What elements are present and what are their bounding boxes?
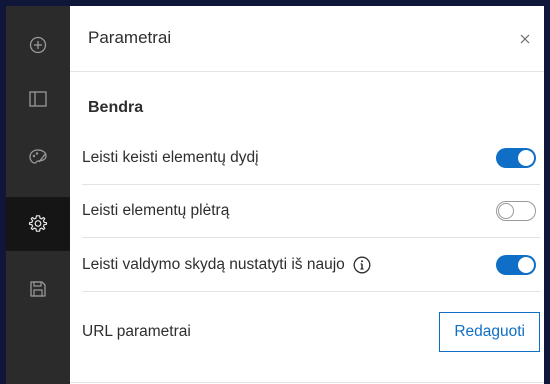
layout-panel-icon — [29, 91, 47, 107]
setting-label-resize: Leisti keisti elementų dydį — [82, 149, 259, 166]
panel-title: Parametrai — [88, 28, 172, 47]
toggle-reset[interactable] — [496, 255, 536, 275]
toggle-knob — [498, 202, 514, 219]
setting-label-reset: Leisti valdymo skydą nustatyti iš naujo — [82, 256, 345, 273]
toggle-knob — [518, 257, 534, 273]
toggle-knob — [518, 150, 534, 166]
setting-label-url: URL parametrai — [82, 323, 191, 340]
info-button[interactable] — [353, 256, 371, 274]
setting-row-reset: Leisti valdymo skydą nustatyti iš naujo — [82, 239, 540, 292]
sidebar-item-theme[interactable] — [6, 130, 70, 184]
palette-icon — [29, 149, 47, 164]
sidebar-item-layout[interactable] — [6, 72, 70, 126]
setting-label-reset-wrap: Leisti valdymo skydą nustatyti iš naujo — [82, 256, 371, 274]
add-circle-icon — [29, 36, 47, 54]
setting-row-resize: Leisti keisti elementų dydį — [82, 132, 540, 185]
info-icon — [353, 256, 371, 274]
panel-header: Parametrai — [70, 6, 544, 72]
divider — [70, 382, 544, 383]
close-button[interactable] — [512, 26, 538, 52]
setting-row-url: URL parametrai Redaguoti — [82, 306, 540, 358]
sidebar-item-settings[interactable] — [6, 197, 70, 251]
settings-panel: Parametrai Bendra Leisti keisti elementų… — [70, 6, 544, 384]
save-icon — [30, 281, 46, 297]
section-title: Bendra — [88, 99, 144, 116]
close-icon — [520, 34, 530, 44]
gear-icon — [28, 215, 48, 232]
setting-row-expand: Leisti elementų plėtrą — [82, 185, 540, 238]
toggle-expand[interactable] — [496, 201, 536, 221]
setting-label-expand: Leisti elementų plėtrą — [82, 202, 230, 219]
toggle-resize[interactable] — [496, 148, 536, 168]
sidebar-item-save[interactable] — [6, 262, 70, 316]
sidebar — [6, 6, 70, 384]
sidebar-item-add[interactable] — [6, 18, 70, 72]
edit-button[interactable]: Redaguoti — [439, 312, 540, 352]
